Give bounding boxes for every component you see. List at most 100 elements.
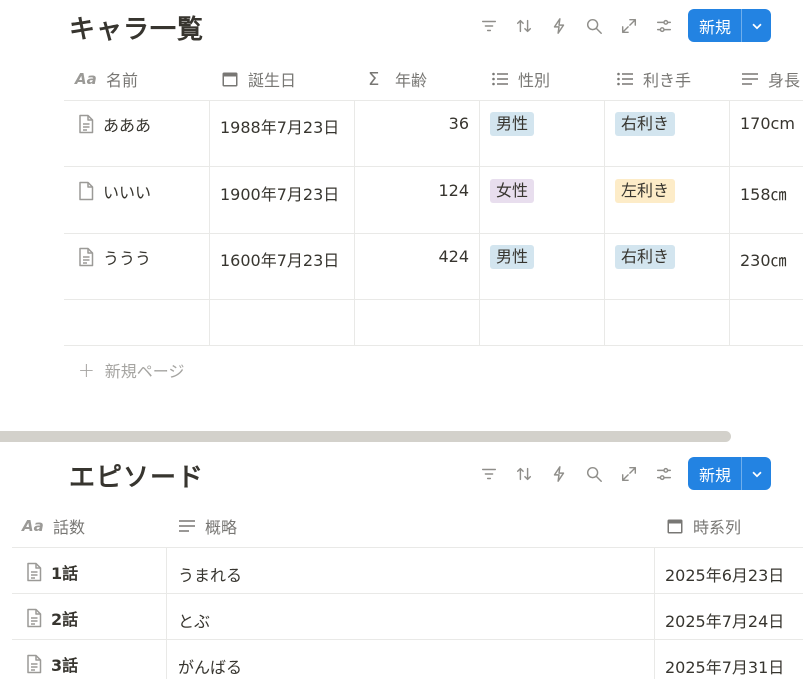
table-row-number[interactable]: 2話: [25, 606, 78, 630]
divider: [12, 593, 803, 594]
table-cell-date[interactable]: 2025年6月23日: [665, 562, 784, 586]
table-cell-age[interactable]: 424: [360, 247, 469, 266]
table-cell-date[interactable]: 2025年7月31日: [665, 654, 784, 678]
table-cell-hand[interactable]: 右利き: [615, 245, 676, 269]
divider: [604, 100, 605, 345]
filter-icon[interactable]: [471, 11, 506, 41]
table-cell-height[interactable]: 230㎝: [740, 247, 787, 271]
column-header-height[interactable]: 身長: [741, 57, 800, 101]
divider: [64, 100, 803, 101]
new-page-label: 新規ページ: [104, 362, 185, 381]
column-header-age[interactable]: Σ 年齢: [368, 57, 427, 101]
column-label: 名前: [106, 71, 139, 90]
tag-hand: 右利き: [615, 245, 676, 269]
table-cell-height[interactable]: 158㎝: [740, 181, 787, 205]
table-cell-summary[interactable]: とぶ: [178, 608, 210, 632]
filter-icon[interactable]: [471, 459, 506, 489]
search-icon[interactable]: [576, 11, 611, 41]
tag-gender: 女性: [490, 179, 535, 203]
table-cell-age[interactable]: 124: [360, 181, 469, 200]
column-label: 身長: [768, 71, 801, 90]
sort-icon[interactable]: [506, 11, 541, 41]
text-icon: [179, 520, 195, 532]
column-header-name[interactable]: Aa 名前: [75, 57, 138, 101]
chevron-down-icon[interactable]: [742, 9, 771, 42]
column-header-number[interactable]: Aa 話数: [22, 504, 85, 548]
column-label: 話数: [53, 518, 86, 537]
divider: [166, 547, 167, 679]
row-name: ううう: [103, 249, 152, 268]
table-cell-birthday[interactable]: 1900年7月23日: [220, 181, 339, 205]
column-header-hand[interactable]: 利き手: [616, 57, 691, 101]
table-cell-gender[interactable]: 女性: [490, 179, 535, 203]
expand-icon[interactable]: [611, 11, 646, 41]
episodes-title: エピソード: [69, 463, 205, 493]
tag-gender: 男性: [490, 245, 535, 269]
divider: [654, 547, 655, 679]
table-cell-birthday[interactable]: 1988年7月23日: [220, 114, 339, 138]
table-cell-hand[interactable]: 右利き: [615, 112, 676, 136]
formula-icon: Σ: [368, 68, 380, 90]
automation-icon[interactable]: [541, 11, 576, 41]
divider: [12, 547, 803, 548]
calendar-icon: [222, 72, 238, 87]
column-label: 利き手: [643, 71, 692, 90]
divider: [479, 100, 480, 345]
table-row-number[interactable]: 1話: [25, 560, 78, 584]
column-header-summary[interactable]: 概略: [178, 504, 237, 548]
column-header-gender[interactable]: 性別: [491, 57, 550, 101]
automation-icon[interactable]: [541, 459, 576, 489]
table-cell-gender[interactable]: 男性: [490, 245, 535, 269]
new-button-label[interactable]: 新規: [688, 9, 743, 42]
divider: [209, 100, 210, 345]
horizontal-scrollbar[interactable]: [0, 431, 731, 442]
column-header-date[interactable]: 時系列: [666, 504, 741, 548]
table-cell-date[interactable]: 2025年7月24日: [665, 608, 784, 632]
list-icon: [492, 72, 508, 86]
table-cell-summary[interactable]: がんばる: [178, 654, 242, 678]
table-cell-age[interactable]: 36: [360, 114, 469, 133]
table-cell-height[interactable]: 170cm: [740, 114, 795, 133]
chevron-down-icon[interactable]: [742, 457, 771, 490]
column-label: 誕生日: [248, 71, 297, 90]
settings-icon[interactable]: [646, 11, 681, 41]
table-row-name[interactable]: いいい: [77, 179, 151, 203]
table-row-number[interactable]: 3話: [25, 652, 78, 676]
page-icon: [77, 247, 95, 267]
divider: [64, 299, 803, 300]
page-icon: [25, 654, 43, 674]
table-cell-birthday[interactable]: 1600年7月23日: [220, 247, 339, 271]
characters-new-button[interactable]: 新規: [688, 9, 772, 42]
divider: [64, 345, 803, 346]
text-type-icon: Aa: [22, 517, 44, 535]
column-label: 時系列: [693, 518, 742, 537]
characters-title: キャラ一覧: [69, 15, 205, 45]
page-icon: [25, 608, 43, 628]
episodes-toolbar: 新規: [471, 457, 772, 490]
divider: [64, 233, 803, 234]
sort-icon[interactable]: [506, 459, 541, 489]
table-cell-summary[interactable]: うまれる: [178, 562, 242, 586]
settings-icon[interactable]: [646, 459, 681, 489]
row-number: 3話: [51, 656, 79, 675]
episodes-new-button[interactable]: 新規: [688, 457, 772, 490]
table-cell-hand[interactable]: 左利き: [615, 179, 676, 203]
tag-hand: 左利き: [615, 179, 676, 203]
column-label: 概略: [205, 518, 238, 537]
page-icon: [77, 114, 95, 134]
table-row-name[interactable]: ううう: [77, 245, 151, 269]
column-header-birthday[interactable]: 誕生日: [221, 57, 296, 101]
row-name: いいい: [103, 183, 152, 202]
row-name: あああ: [103, 116, 152, 135]
expand-icon[interactable]: [611, 459, 646, 489]
new-page-button[interactable]: + 新規ページ: [78, 358, 184, 382]
table-cell-gender[interactable]: 男性: [490, 112, 535, 136]
text-type-icon: Aa: [75, 70, 97, 88]
table-row-name[interactable]: あああ: [77, 112, 151, 136]
calendar-icon: [667, 519, 683, 534]
search-icon[interactable]: [576, 459, 611, 489]
column-label: 年齢: [395, 71, 428, 90]
divider: [354, 100, 355, 345]
new-button-label[interactable]: 新規: [688, 457, 743, 490]
divider: [64, 166, 803, 167]
